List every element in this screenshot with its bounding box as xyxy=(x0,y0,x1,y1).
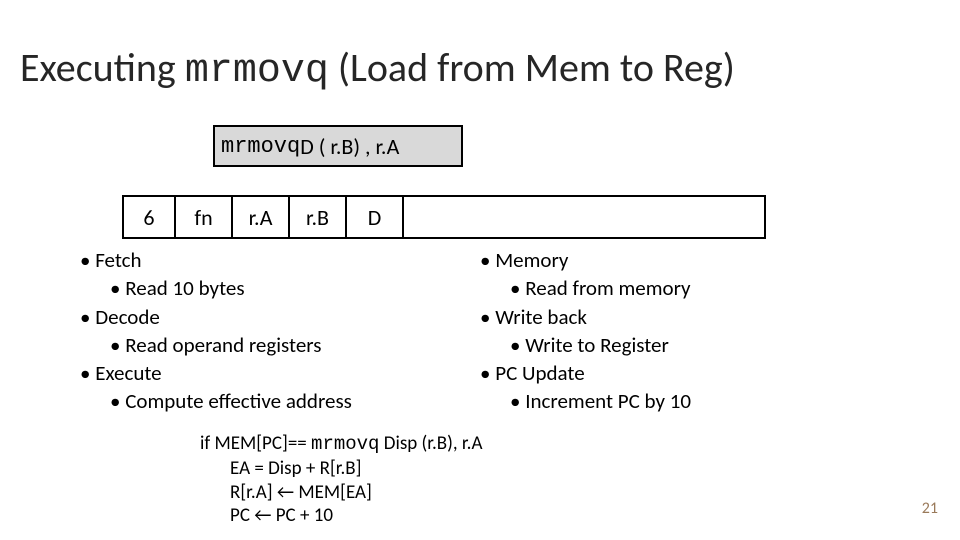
encoding-cell-ra: r.A xyxy=(233,197,290,237)
title-post: (Load from Mem to Reg) xyxy=(329,43,735,92)
decode-heading: Decode xyxy=(80,304,480,331)
pseudo-line-1: if MEM[PC]== mrmovq Disp (r.B), r.A xyxy=(200,432,483,457)
title-mono: mrmovq xyxy=(185,49,329,94)
pseudo-l1c: Disp (r.B), r.A xyxy=(379,432,482,455)
memory-sub: Read from memory xyxy=(510,275,880,302)
pseudo-l1a: if MEM[PC]== xyxy=(200,432,311,455)
encoding-cell-opcode: 6 xyxy=(124,197,176,237)
encoding-row: 6 fn r.A r.B D xyxy=(122,195,766,239)
pseudo-line-2: EA = Disp + R[r.B] xyxy=(230,457,483,481)
writeback-sub: Write to Register xyxy=(510,332,880,359)
encoding-cell-rest xyxy=(404,197,764,237)
pseudocode: if MEM[PC]== mrmovq Disp (r.B), r.A EA =… xyxy=(200,432,483,528)
encoding-cell-fn: fn xyxy=(176,197,233,237)
bullets: Fetch Read 10 bytes Decode Read operand … xyxy=(80,246,880,417)
memory-heading: Memory xyxy=(480,247,880,274)
encoding-cell-rb: r.B xyxy=(290,197,347,237)
pseudo-line-4: PC ← PC + 10 xyxy=(230,504,483,528)
syntax-rest: D ( r.B) , r.A xyxy=(300,133,399,160)
title-pre: Executing xyxy=(20,43,185,92)
syntax-mono: mrmovq xyxy=(221,134,300,159)
pseudo-l1b: mrmovq xyxy=(311,433,379,455)
writeback-heading: Write back xyxy=(480,304,880,331)
pc-sub: Increment PC by 10 xyxy=(510,388,880,415)
pseudo-line-3: R[r.A] ← MEM[EA] xyxy=(230,481,483,505)
encoding-cell-d: D xyxy=(347,197,404,237)
syntax-box: mrmovq D ( r.B) , r.A xyxy=(213,125,463,167)
pc-heading: PC Update xyxy=(480,360,880,387)
decode-sub: Read operand registers xyxy=(110,332,480,359)
page-number: 21 xyxy=(922,499,938,518)
execute-sub: Compute effective address xyxy=(110,388,480,415)
fetch-heading: Fetch xyxy=(80,247,480,274)
execute-heading: Execute xyxy=(80,360,480,387)
slide-title: Executing mrmovq (Load from Mem to Reg) xyxy=(20,48,735,92)
fetch-sub: Read 10 bytes xyxy=(110,275,480,302)
